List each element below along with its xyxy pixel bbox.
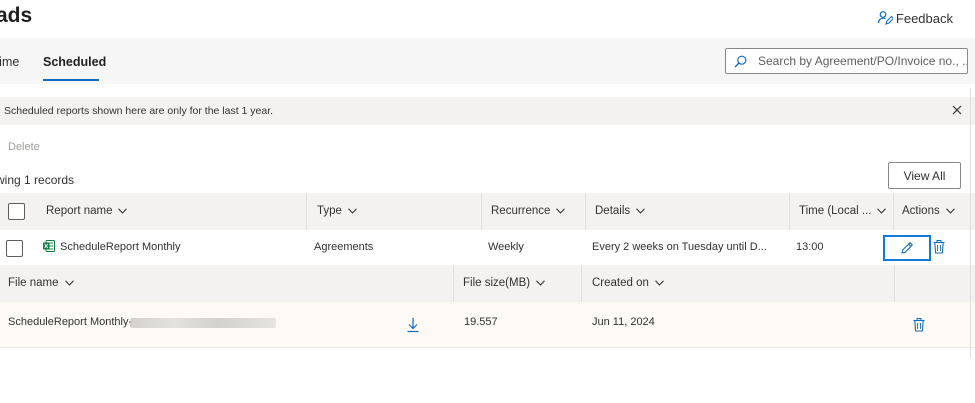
time-cell: 13:00 — [796, 241, 824, 253]
search-input[interactable] — [758, 54, 967, 68]
column-file-name[interactable]: File name — [8, 277, 74, 289]
column-time[interactable]: Time (Local ... — [799, 205, 887, 217]
column-divider[interactable] — [306, 193, 307, 230]
feedback-icon — [877, 11, 893, 25]
tab-time[interactable]: Time — [0, 55, 19, 69]
trash-icon[interactable] — [933, 240, 945, 254]
edit-button[interactable] — [883, 235, 931, 261]
column-actions[interactable]: Actions — [902, 205, 955, 217]
table-row[interactable]: ScheduleReport Monthly Agreements Weekly… — [0, 230, 975, 265]
chevron-down-icon — [636, 208, 646, 214]
page-title: ads — [0, 4, 33, 27]
chevron-down-icon — [556, 208, 566, 214]
column-type[interactable]: Type — [317, 205, 357, 217]
column-label: Actions — [902, 205, 940, 217]
column-recurrence[interactable]: Recurrence — [491, 205, 566, 217]
redacted-file-name — [130, 318, 276, 328]
column-divider[interactable] — [581, 265, 582, 302]
chevron-down-icon — [945, 208, 955, 214]
column-label: Type — [317, 205, 342, 217]
report-name-cell[interactable]: ScheduleReport Monthly — [60, 241, 180, 253]
edit-icon — [901, 242, 913, 254]
search-icon — [734, 55, 747, 67]
chevron-down-icon — [64, 280, 74, 286]
column-created-on[interactable]: Created on — [592, 277, 664, 289]
tab-scheduled[interactable]: Scheduled — [43, 55, 106, 69]
row-checkbox[interactable] — [6, 240, 23, 257]
chevron-down-icon — [655, 280, 664, 286]
view-all-button[interactable]: View All — [888, 162, 961, 189]
column-label: File size(MB) — [463, 277, 531, 289]
table-header: Report name Type Recurrence Details Time… — [0, 193, 975, 230]
feedback-button[interactable]: Feedback — [877, 10, 953, 26]
chevron-down-icon — [536, 280, 545, 286]
info-banner: Scheduled reports shown here are only fo… — [0, 97, 975, 125]
close-icon[interactable] — [951, 104, 963, 116]
delete-button[interactable]: Delete — [8, 141, 40, 153]
select-all-checkbox[interactable] — [8, 203, 25, 220]
search-box[interactable] — [725, 48, 968, 74]
column-label: Details — [595, 205, 631, 217]
excel-icon — [43, 240, 55, 252]
column-divider[interactable] — [481, 193, 482, 230]
records-count: wing 1 records — [0, 173, 75, 187]
banner-text: Scheduled reports shown here are only fo… — [4, 105, 274, 117]
scroll-edge-divider — [970, 88, 971, 358]
column-label: Created on — [592, 277, 649, 289]
column-label: Time (Local ... — [799, 205, 872, 217]
file-size-cell: 19.557 — [464, 316, 498, 328]
recurrence-cell: Weekly — [488, 241, 524, 253]
column-divider[interactable] — [585, 193, 586, 230]
created-on-cell: Jun 11, 2024 — [592, 316, 655, 328]
column-divider[interactable] — [893, 193, 894, 230]
download-icon[interactable] — [406, 317, 420, 333]
feedback-label: Feedback — [895, 10, 953, 26]
active-tab-indicator — [43, 79, 99, 81]
column-file-size[interactable]: File size(MB) — [463, 277, 545, 289]
column-report-name[interactable]: Report name — [46, 205, 128, 217]
column-divider[interactable] — [453, 265, 454, 302]
file-row[interactable]: ScheduleReport Monthly- 19.557 Jun 11, 2… — [0, 302, 975, 348]
column-label: Report name — [46, 205, 113, 217]
type-cell: Agreements — [314, 241, 374, 253]
chevron-down-icon — [877, 208, 887, 214]
column-details[interactable]: Details — [595, 205, 646, 217]
files-table-header: File name File size(MB) Created on — [0, 265, 975, 302]
file-name-cell: ScheduleReport Monthly- — [8, 316, 133, 328]
trash-icon[interactable] — [913, 318, 925, 332]
column-divider — [894, 265, 895, 302]
column-label: File name — [8, 277, 59, 289]
column-divider[interactable] — [789, 193, 790, 230]
column-label: Recurrence — [491, 205, 551, 217]
details-cell: Every 2 weeks on Tuesday until D... — [592, 241, 767, 253]
chevron-down-icon — [118, 208, 128, 214]
chevron-down-icon — [348, 208, 357, 214]
